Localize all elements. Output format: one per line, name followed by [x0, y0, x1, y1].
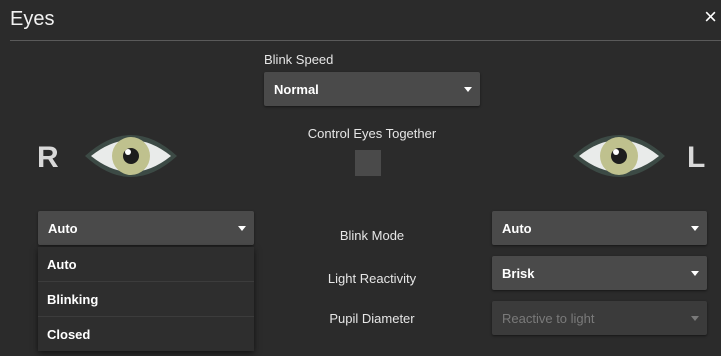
- chevron-down-icon: [691, 316, 699, 321]
- left-pupil-diameter-select: Reactive to light: [492, 301, 707, 335]
- control-together-label: Control Eyes Together: [307, 126, 437, 141]
- option-label: Auto: [47, 257, 77, 272]
- chevron-down-icon: [238, 226, 246, 231]
- eye-icon: [573, 135, 665, 177]
- option-label: Blinking: [47, 292, 99, 307]
- chevron-down-icon: [691, 226, 699, 231]
- window-title: Eyes: [10, 8, 55, 30]
- left-light-reactivity-select[interactable]: Brisk: [492, 256, 707, 290]
- light-reactivity-label: Light Reactivity: [327, 271, 417, 286]
- close-icon[interactable]: ×: [704, 6, 717, 28]
- right-blink-mode-select[interactable]: Auto: [38, 211, 254, 245]
- blink-speed-value: Normal: [274, 82, 319, 97]
- dropdown-option-closed[interactable]: Closed: [38, 317, 254, 351]
- blink-speed-select[interactable]: Normal: [264, 72, 480, 106]
- blink-speed-label: Blink Speed: [264, 52, 334, 67]
- pupil-diameter-label: Pupil Diameter: [329, 311, 415, 326]
- option-label: Closed: [47, 327, 91, 342]
- control-together-checkbox[interactable]: [355, 150, 381, 176]
- left-blink-mode-select[interactable]: Auto: [492, 211, 707, 245]
- left-light-reactivity-value: Brisk: [502, 266, 535, 281]
- right-blink-mode-dropdown: Auto Blinking Closed: [38, 247, 254, 351]
- left-blink-mode-value: Auto: [502, 221, 532, 236]
- dropdown-option-blinking[interactable]: Blinking: [38, 282, 254, 317]
- title-bar: Eyes ×: [0, 0, 721, 40]
- title-divider: [10, 40, 721, 41]
- chevron-down-icon: [691, 271, 699, 276]
- left-eye-letter: L: [687, 141, 706, 174]
- eye-icon: [85, 135, 177, 177]
- left-pupil-diameter-value: Reactive to light: [502, 311, 595, 326]
- chevron-down-icon: [464, 87, 472, 92]
- right-blink-mode-value: Auto: [48, 221, 78, 236]
- right-eye-letter: R: [37, 141, 59, 174]
- blink-mode-label: Blink Mode: [339, 228, 405, 243]
- dropdown-option-auto[interactable]: Auto: [38, 247, 254, 282]
